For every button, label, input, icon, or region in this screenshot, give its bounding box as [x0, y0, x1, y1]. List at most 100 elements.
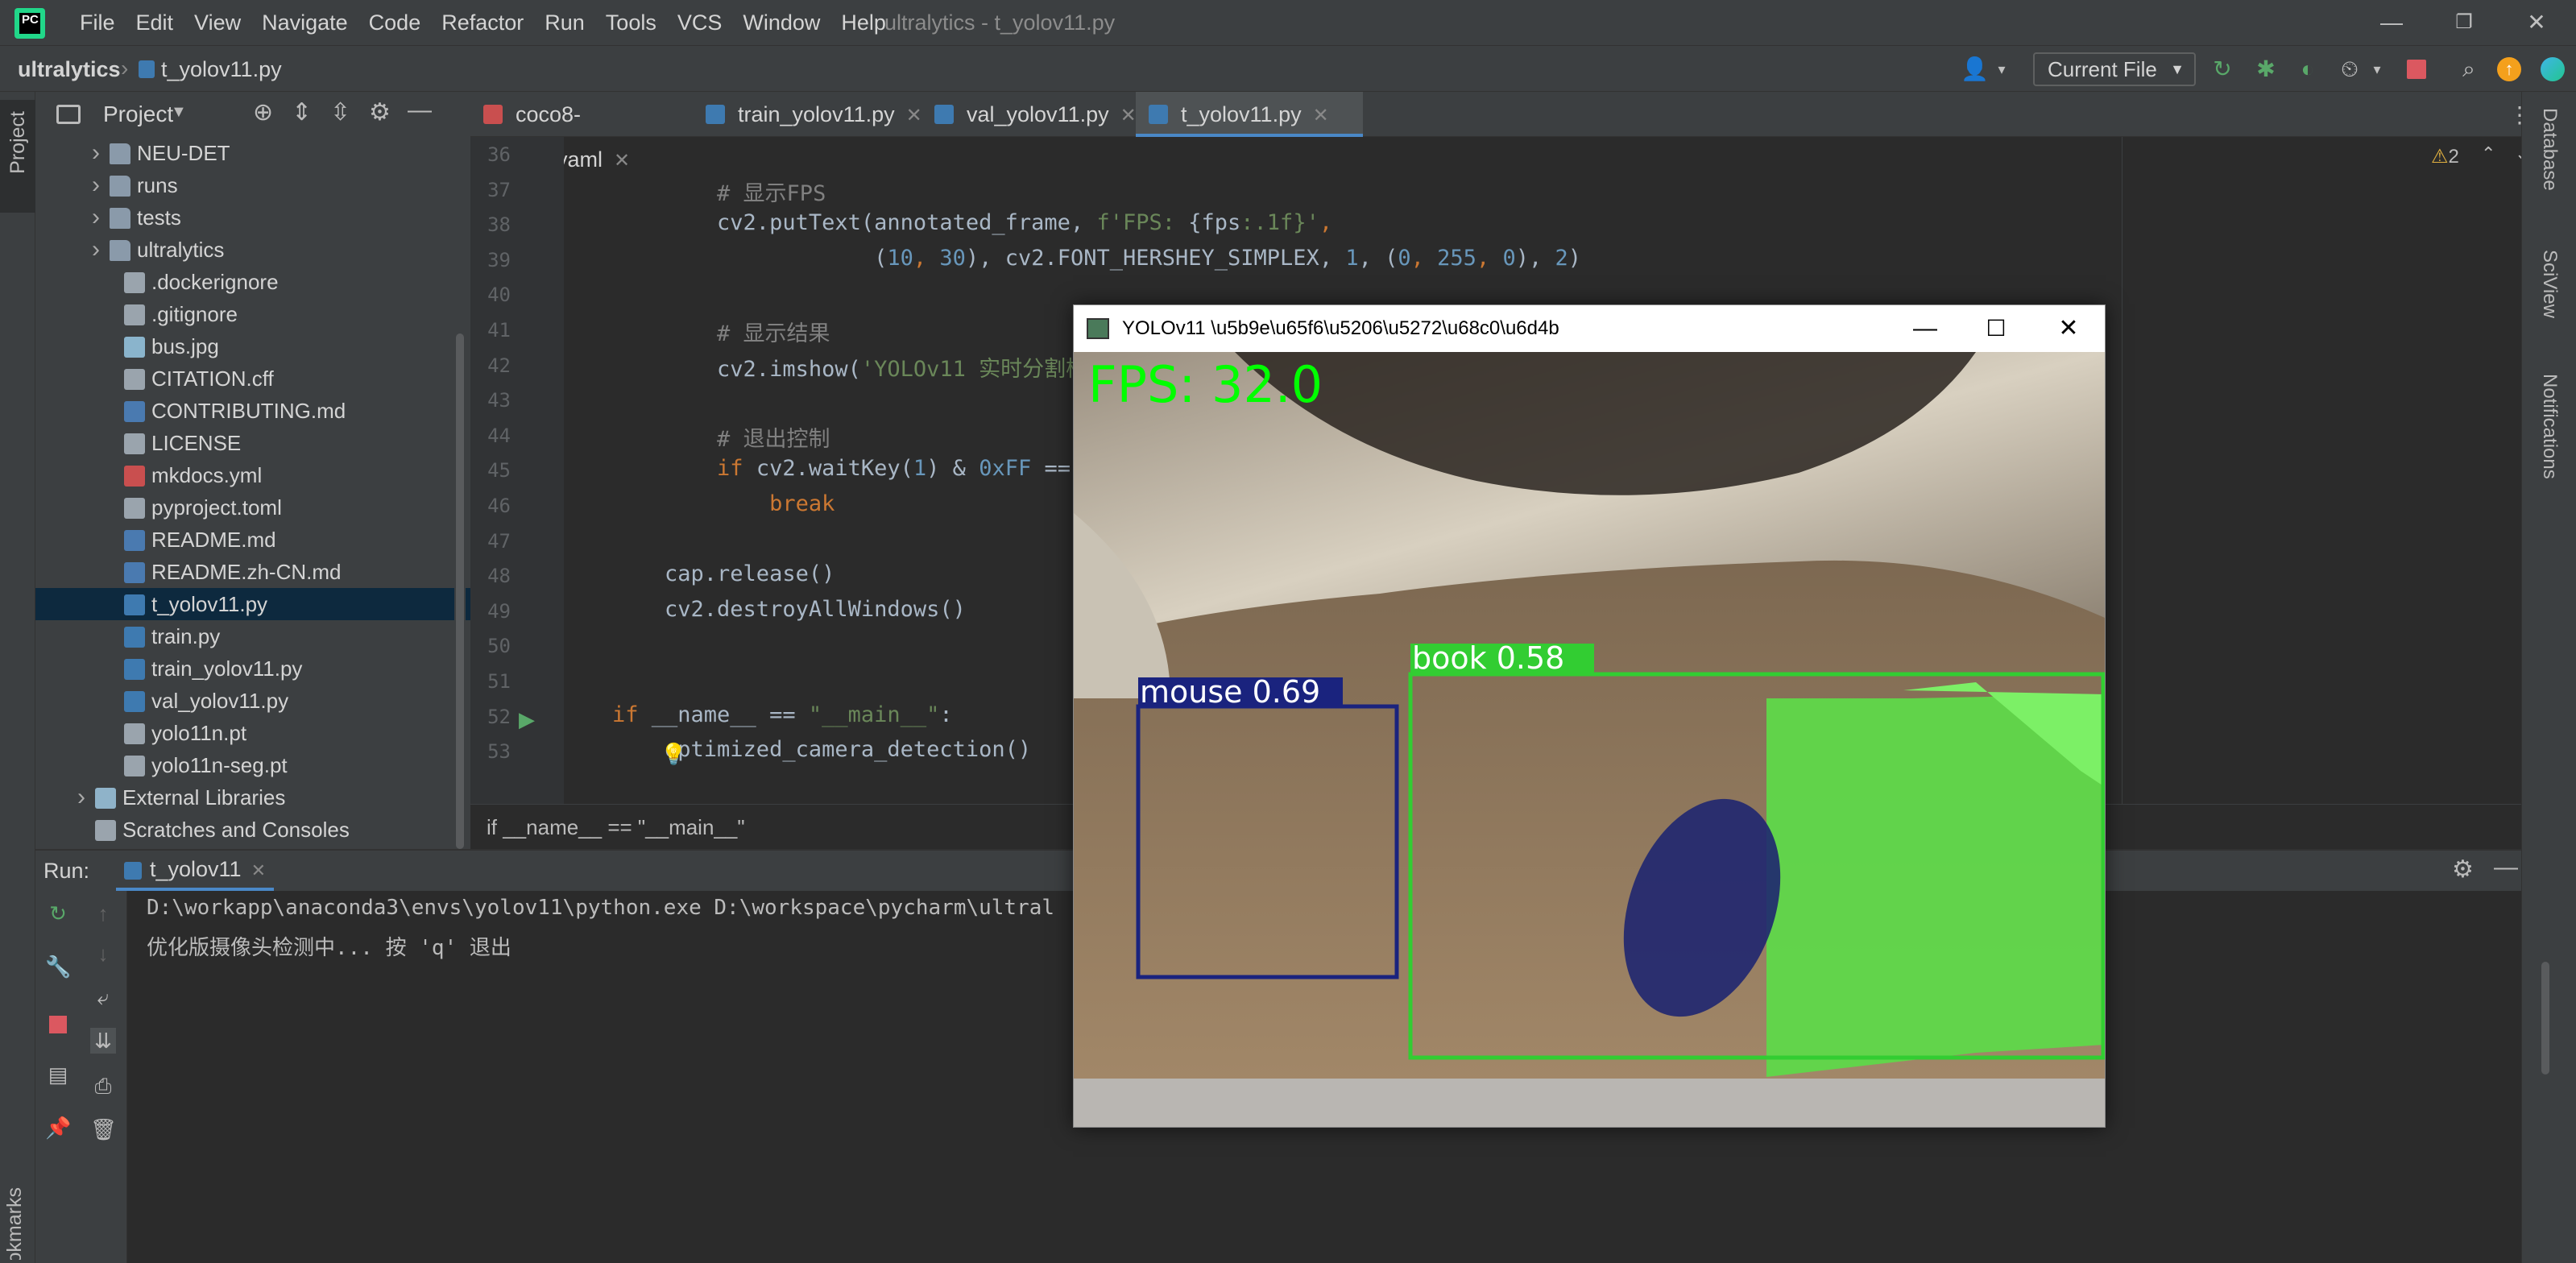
previous-highlight-icon[interactable]: ⌃: [2481, 143, 2495, 164]
user-dropdown-chevron-icon[interactable]: ▾: [1988, 56, 2015, 83]
menu-file[interactable]: File: [69, 0, 126, 45]
editor-tab[interactable]: val_yolov11.py ✕: [921, 92, 1137, 137]
rerun-icon[interactable]: ↻: [45, 901, 71, 926]
search-icon[interactable]: ⌕: [2455, 56, 2483, 83]
tree-item[interactable]: t_yolov11.py: [35, 588, 470, 620]
stop-icon[interactable]: [2407, 60, 2426, 79]
hide-panel-icon[interactable]: —: [408, 97, 432, 124]
tree-item[interactable]: › External Libraries: [35, 781, 470, 814]
tree-item-label: pyproject.toml: [151, 495, 282, 520]
breadcrumb-project[interactable]: ultralytics: [18, 57, 121, 82]
tree-item[interactable]: train.py: [35, 620, 470, 652]
user-icon[interactable]: 👤: [1961, 56, 1989, 83]
tree-item[interactable]: yolo11n-seg.pt: [35, 749, 470, 781]
menu-code[interactable]: Code: [358, 0, 432, 45]
project-view-select[interactable]: Project: [103, 101, 173, 127]
trash-icon[interactable]: 🗑: [90, 1116, 117, 1142]
menu-refactor[interactable]: Refactor: [431, 0, 534, 45]
editor-tab[interactable]: train_yolov11.py ✕: [693, 92, 922, 137]
scroll-to-end-icon[interactable]: ⇊: [90, 1028, 116, 1054]
arrow-down-icon[interactable]: ↓: [90, 941, 116, 967]
tree-item-label: README.zh-CN.md: [151, 560, 342, 584]
wrench-icon[interactable]: 🔧: [45, 954, 71, 979]
layout-icon[interactable]: ▤: [45, 1062, 71, 1087]
more-run-options-icon[interactable]: ▾: [2363, 56, 2391, 83]
python-file-icon: [124, 861, 142, 880]
update-icon[interactable]: ↑: [2497, 57, 2521, 81]
print-icon[interactable]: ⎙: [90, 1073, 116, 1099]
sciview-tool-window-button[interactable]: SciView: [2538, 250, 2561, 318]
collapse-all-icon[interactable]: ⇳: [330, 98, 350, 126]
menu-tools[interactable]: Tools: [595, 0, 667, 45]
menu-edit[interactable]: Edit: [126, 0, 184, 45]
expand-arrow-icon[interactable]: ›: [77, 781, 85, 814]
expand-all-icon[interactable]: ⇕: [292, 98, 312, 126]
tree-item[interactable]: bus.jpg: [35, 330, 470, 362]
tree-item[interactable]: README.zh-CN.md: [35, 556, 470, 588]
stop-icon[interactable]: [49, 1016, 67, 1033]
locate-file-icon[interactable]: ⊕: [253, 98, 273, 126]
minimize-icon[interactable]: —: [1889, 305, 1961, 352]
intention-bulb-icon[interactable]: 💡: [661, 742, 686, 767]
expand-arrow-icon[interactable]: ›: [92, 234, 100, 266]
editor-tab[interactable]: coco8-seg.yaml✕: [470, 92, 693, 172]
expand-arrow-icon[interactable]: ›: [92, 201, 100, 234]
tree-item[interactable]: › runs: [35, 169, 470, 201]
editor-scrollbar[interactable]: [2541, 962, 2549, 1075]
tree-item[interactable]: .gitignore: [35, 298, 470, 330]
rerun-icon[interactable]: ↻: [2209, 56, 2236, 83]
soft-wrap-icon[interactable]: ⤶: [90, 984, 116, 1010]
hide-panel-icon[interactable]: —: [2494, 854, 2518, 881]
menu-run[interactable]: Run: [534, 0, 595, 45]
close-icon[interactable]: ✕: [2032, 305, 2105, 352]
minimize-icon[interactable]: —: [2355, 0, 2428, 45]
menu-vcs[interactable]: VCS: [667, 0, 733, 45]
tree-item[interactable]: pyproject.toml: [35, 491, 470, 524]
profile-icon[interactable]: ⏲: [2336, 56, 2363, 83]
expand-arrow-icon[interactable]: ›: [92, 169, 100, 201]
run-configuration-select[interactable]: Current File ▼: [2033, 52, 2196, 86]
gear-icon[interactable]: ⚙: [369, 98, 391, 126]
tree-item[interactable]: Scratches and Consoles: [35, 814, 470, 846]
menu-view[interactable]: View: [184, 0, 251, 45]
tree-item[interactable]: train_yolov11.py: [35, 652, 470, 685]
breadcrumb-file[interactable]: t_yolov11.py: [161, 57, 282, 82]
tree-item[interactable]: LICENSE: [35, 427, 470, 459]
tree-item[interactable]: README.md: [35, 524, 470, 556]
chevron-down-icon[interactable]: ▼: [171, 103, 187, 122]
gear-icon[interactable]: ⚙: [2452, 855, 2474, 884]
warning-indicator[interactable]: ⚠2: [2431, 145, 2459, 168]
tree-item[interactable]: mkdocs.yml: [35, 459, 470, 491]
tree-scrollbar[interactable]: [454, 140, 466, 852]
tree-item[interactable]: CITATION.cff: [35, 362, 470, 395]
tree-item[interactable]: CONTRIBUTING.md: [35, 395, 470, 427]
tree-item[interactable]: › tests: [35, 201, 470, 234]
jetbrains-ai-icon[interactable]: [2541, 57, 2565, 81]
tree-item[interactable]: › ultralytics: [35, 234, 470, 266]
bookmarks-tool-window-button[interactable]: Bookmarks: [3, 1187, 27, 1260]
tree-item[interactable]: val_yolov11.py: [35, 685, 470, 717]
editor-tab[interactable]: t_yolov11.py ✕: [1136, 92, 1363, 137]
run-tab[interactable]: t_yolov11 ✕: [116, 851, 275, 891]
arrow-up-icon[interactable]: ↑: [90, 901, 116, 926]
pin-icon[interactable]: 📌: [45, 1115, 71, 1141]
restore-icon[interactable]: ❐: [2428, 0, 2500, 45]
notifications-tool-window-button[interactable]: Notifications: [2538, 374, 2561, 479]
tree-item[interactable]: .dockerignore: [35, 266, 470, 298]
menu-navigate[interactable]: Navigate: [251, 0, 358, 45]
menu-window[interactable]: Window: [732, 0, 830, 45]
debug-icon[interactable]: ✱: [2252, 56, 2280, 83]
line-number: 44: [487, 424, 511, 447]
tree-item-label: NEU-DET: [137, 141, 230, 165]
expand-arrow-icon[interactable]: ›: [92, 137, 100, 169]
tree-item-label: val_yolov11.py: [151, 689, 289, 713]
project-tool-window-button[interactable]: Project: [0, 100, 35, 213]
close-icon[interactable]: ✕: [2500, 0, 2573, 45]
folder-icon: [110, 208, 130, 229]
coverage-icon[interactable]: ◐: [2294, 56, 2321, 83]
run-gutter-icon[interactable]: ▶: [519, 707, 535, 732]
maximize-icon[interactable]: ☐: [1960, 305, 2032, 352]
tree-item[interactable]: yolo11n.pt: [35, 717, 470, 749]
database-tool-window-button[interactable]: Database: [2538, 108, 2561, 191]
tree-item[interactable]: › NEU-DET: [35, 137, 470, 169]
